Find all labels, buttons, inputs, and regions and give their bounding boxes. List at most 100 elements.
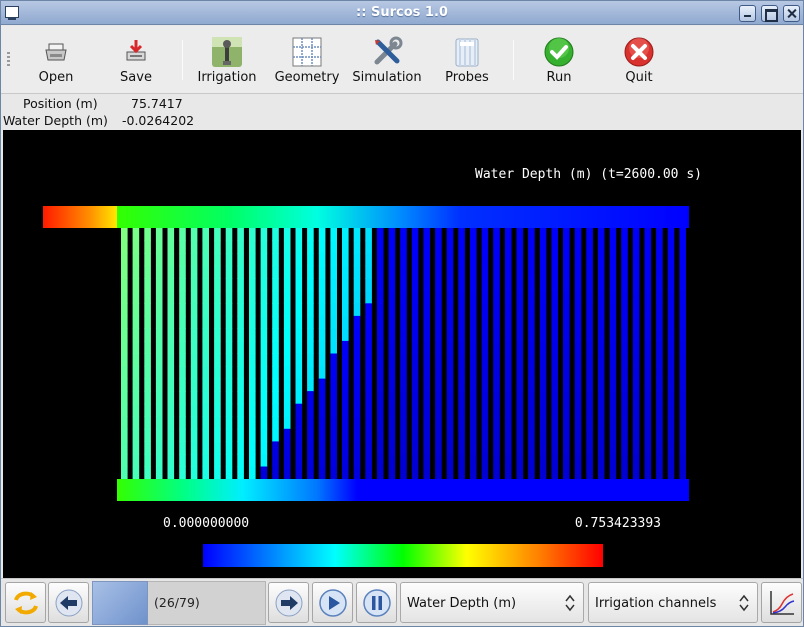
furrow-cell xyxy=(260,340,268,354)
furrow-cell xyxy=(597,240,605,254)
minimize-button[interactable] xyxy=(739,5,756,22)
furrow-cell xyxy=(632,328,640,342)
furrow-cell xyxy=(307,466,314,480)
furrow-cell xyxy=(516,416,524,430)
furrow-cell xyxy=(656,340,663,354)
run-button[interactable]: Run xyxy=(520,28,598,90)
next-frame-button[interactable] xyxy=(268,582,309,623)
furrow-cell xyxy=(190,403,198,417)
furrow-cell xyxy=(342,315,349,329)
furrow-cell xyxy=(551,378,558,392)
furrow-cell xyxy=(644,378,652,392)
furrow-cell xyxy=(609,265,617,279)
furrow-cell xyxy=(155,278,163,292)
geometry-button[interactable]: Geometry xyxy=(268,28,346,90)
furrow-cell xyxy=(667,328,675,342)
open-button[interactable]: Open xyxy=(17,28,95,90)
frame-slider-handle[interactable] xyxy=(92,581,148,625)
furrow-cell xyxy=(539,391,547,405)
furrow-cell xyxy=(144,453,151,467)
furrow-cell xyxy=(214,228,221,242)
furrow-cell xyxy=(539,366,547,380)
furrow-cell xyxy=(493,253,500,267)
furrow-cell xyxy=(458,378,465,392)
variable-select-value: Water Depth (m) xyxy=(407,596,517,611)
water-depth-plot[interactable]: Water Depth (m) (t=2600.00 s) 0.00000000… xyxy=(3,130,801,578)
toolbar-grip[interactable] xyxy=(7,52,10,68)
furrow-cell xyxy=(679,391,686,405)
furrow-cell xyxy=(458,416,465,430)
probes-button[interactable]: Probes xyxy=(428,28,506,90)
furrow-cell xyxy=(504,466,512,480)
furrow-cell xyxy=(679,328,686,342)
furrow-cell xyxy=(644,416,652,430)
furrow-cell xyxy=(551,353,558,367)
furrow-cell xyxy=(504,340,512,354)
furrow-cell xyxy=(214,328,221,342)
furrow-cell xyxy=(632,416,640,430)
furrow-cell xyxy=(388,303,396,317)
furrow-cell xyxy=(295,441,303,455)
furrow-cell xyxy=(470,290,477,304)
furrow-cell xyxy=(597,441,605,455)
furrow-cell xyxy=(481,340,489,354)
furrow-cell xyxy=(249,340,256,354)
furrow-cell xyxy=(656,441,663,455)
previous-frame-button[interactable] xyxy=(48,582,89,623)
furrow-cell xyxy=(132,278,140,292)
refresh-button[interactable] xyxy=(5,582,46,623)
save-button[interactable]: Save xyxy=(97,28,175,90)
furrow-cell xyxy=(388,240,396,254)
furrow-cell xyxy=(330,303,337,317)
furrow-cell xyxy=(551,328,558,342)
furrow-cell xyxy=(179,378,186,392)
furrow-cell xyxy=(214,290,221,304)
play-button[interactable] xyxy=(312,582,353,623)
furrow-cell xyxy=(225,253,233,267)
irrigation-button[interactable]: Irrigation xyxy=(188,28,266,90)
furrow-cell xyxy=(586,253,593,267)
quit-button[interactable]: Quit xyxy=(600,28,678,90)
pause-button[interactable] xyxy=(356,582,397,623)
furrow-cell xyxy=(144,328,151,342)
furrow-cell xyxy=(574,228,582,242)
furrow-cell xyxy=(330,466,337,480)
furrow-cell xyxy=(121,353,128,367)
furrow-cell xyxy=(225,391,233,405)
furrow-cell xyxy=(551,416,558,430)
furrow-cell xyxy=(353,278,361,292)
furrow-cell xyxy=(353,240,361,254)
variable-select[interactable]: Water Depth (m) xyxy=(400,582,584,623)
furrow-cell xyxy=(551,453,558,467)
furrow-cell xyxy=(435,315,442,329)
close-window-button[interactable] xyxy=(783,5,800,22)
furrow-cell xyxy=(597,453,605,467)
furrow-cell xyxy=(190,240,198,254)
furrow-cell xyxy=(539,290,547,304)
furrow-cell xyxy=(435,290,442,304)
view-select[interactable]: Irrigation channels xyxy=(588,582,758,623)
title-bar[interactable]: :: Surcos 1.0 xyxy=(1,1,803,25)
furrow-cell xyxy=(563,228,570,242)
furrow-cell xyxy=(342,265,349,279)
furrow-cell xyxy=(458,441,465,455)
maximize-button[interactable] xyxy=(761,5,778,22)
furrow-cell xyxy=(423,391,430,405)
furrow-cell xyxy=(621,403,628,417)
furrow-cell xyxy=(237,340,244,354)
furrow-cell xyxy=(411,253,419,267)
furrow-cell xyxy=(190,441,198,455)
furrow-cell xyxy=(586,428,593,442)
furrow-cell xyxy=(237,391,244,405)
furrow-cell xyxy=(656,328,663,342)
simulation-button[interactable]: Simulation xyxy=(348,28,426,90)
furrow-cell xyxy=(435,428,442,442)
furrow-cell xyxy=(307,265,314,279)
plot-title: Water Depth (m) (t=2600.00 s) xyxy=(475,167,702,182)
furrow-cell xyxy=(121,290,128,304)
chevron-updown-icon xyxy=(565,594,575,612)
furrow-cell xyxy=(237,366,244,380)
simulation-canvas[interactable]: Water Depth (m) (t=2600.00 s) 0.00000000… xyxy=(3,130,801,578)
chart-button[interactable] xyxy=(761,582,802,623)
furrow-cell xyxy=(237,253,244,267)
